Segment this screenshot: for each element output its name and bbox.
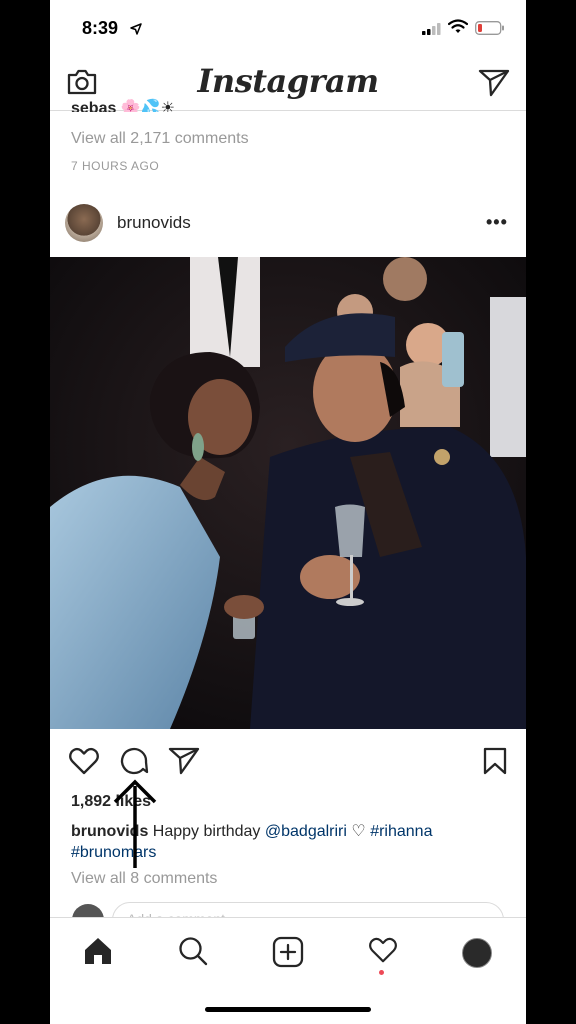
caption-text: Happy birthday: [152, 823, 261, 840]
direct-message-icon[interactable]: [478, 68, 510, 103]
activity-heart-icon[interactable]: [368, 936, 398, 969]
home-indicator[interactable]: [205, 1007, 371, 1012]
home-icon[interactable]: [83, 936, 113, 971]
caption-heart: ♡: [351, 823, 366, 840]
signal-icon: [422, 22, 442, 40]
caption-hashtag-rihanna[interactable]: #rihanna: [370, 823, 432, 840]
comment-icon[interactable]: [118, 746, 150, 781]
bookmark-icon[interactable]: [482, 746, 508, 781]
status-bar: 8:39: [50, 0, 526, 56]
post-photo[interactable]: [50, 257, 526, 729]
location-arrow-icon: [130, 22, 142, 40]
status-time: 8:39: [82, 18, 119, 38]
profile-avatar[interactable]: [462, 938, 492, 968]
post-timestamp: 7 HOURS AGO: [71, 159, 160, 173]
previous-caption: sebas 🌸💦☀: [71, 98, 175, 112]
notification-dot: [379, 970, 384, 975]
annotation-arrow-icon: [112, 778, 158, 875]
add-post-icon[interactable]: [272, 936, 304, 973]
heart-icon[interactable]: [68, 746, 100, 781]
more-options-button[interactable]: •••: [486, 212, 508, 233]
battery-icon: [475, 21, 505, 40]
post-username[interactable]: brunovids: [117, 213, 191, 233]
post-author-avatar[interactable]: [65, 204, 103, 242]
share-icon[interactable]: [168, 746, 200, 781]
search-icon[interactable]: [178, 936, 208, 971]
previous-caption-emojis: 🌸💦☀: [120, 100, 176, 112]
caption-mention[interactable]: @badgalriri: [265, 823, 347, 840]
view-all-comments-link[interactable]: View all 2,171 comments: [71, 130, 249, 148]
bottom-tab-bar: [50, 917, 526, 1024]
previous-caption-text: sebas: [71, 100, 117, 112]
instagram-screen: 8:39 Instagram sebas 🌸💦☀ View all 2,171 …: [50, 0, 526, 1024]
wifi-icon: [447, 19, 469, 39]
app-logo: Instagram: [197, 62, 379, 100]
